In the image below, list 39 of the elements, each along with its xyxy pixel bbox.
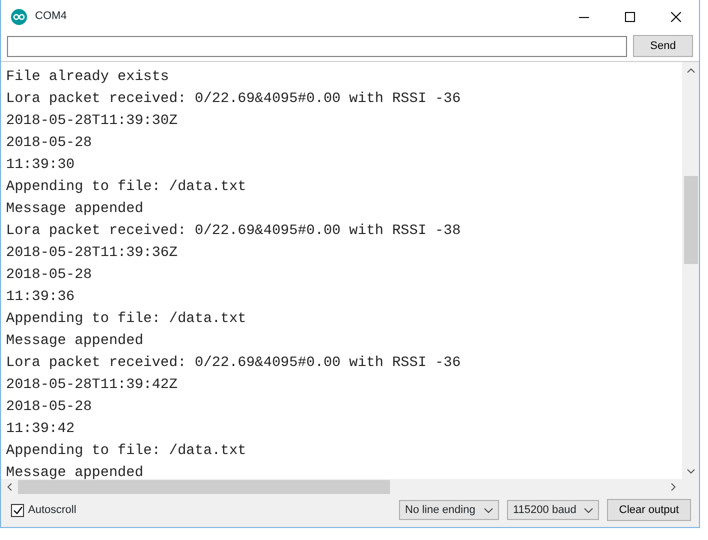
baud-rate-dropdown[interactable]: 115200 baud [507, 500, 599, 520]
output-line: Appending to file: /data.txt [6, 178, 248, 197]
scroll-up-icon[interactable] [686, 68, 694, 72]
scroll-right-icon[interactable] [671, 483, 676, 491]
output-line: File already exists [6, 68, 170, 87]
checkmark-icon [12, 506, 22, 514]
send-button[interactable]: Send [633, 35, 693, 57]
horizontal-scroll-thumb[interactable] [18, 480, 390, 494]
output-line: Message appended [6, 200, 144, 219]
output-line: 2018-05-28T11:39:42Z [6, 376, 179, 395]
scroll-down-icon[interactable] [686, 468, 694, 474]
output-line: 2018-05-28 [6, 134, 93, 153]
output-line: Lora packet received: 0/22.69&4095#0.00 with RSSI -36 [6, 354, 462, 373]
autoscroll-checkbox[interactable] [11, 504, 24, 516]
caret-icon [584, 508, 593, 512]
output-line: Lora packet received: 0/22.69&4095#0.00 with RSSI -36 [6, 90, 462, 109]
vertical-scroll-thumb[interactable] [684, 176, 698, 264]
infinity-logo-icon [11, 8, 27, 24]
output-line: Appending to file: /data.txt [6, 442, 248, 461]
output-line: Message appended [6, 464, 144, 479]
caret-icon [484, 508, 493, 512]
autoscroll-label: Autoscroll [28, 502, 76, 518]
output-line: Appending to file: /data.txt [6, 310, 248, 329]
send-input-field[interactable] [7, 36, 627, 56]
clear-output-button[interactable]: Clear output [607, 499, 691, 521]
output-line: 2018-05-28T11:39:30Z [6, 112, 179, 131]
output-line: 2018-05-28T11:39:36Z [6, 244, 179, 263]
output-line: Message appended [6, 332, 144, 351]
output-line: Lora packet received: 0/22.69&4095#0.00 with RSSI -38 [6, 222, 462, 241]
output-line: 11:39:36 [6, 288, 76, 307]
output-line: 11:39:30 [6, 156, 76, 175]
scroll-left-icon[interactable] [7, 483, 12, 491]
output-line: 11:39:42 [6, 420, 76, 439]
line-ending-dropdown[interactable]: No line ending [399, 500, 499, 520]
close-icon[interactable] [671, 12, 681, 22]
output-line: 2018-05-28 [6, 398, 93, 417]
output-line: 2018-05-28 [6, 266, 93, 285]
maximize-icon[interactable] [625, 12, 635, 22]
window-title: COM4 [35, 9, 67, 24]
